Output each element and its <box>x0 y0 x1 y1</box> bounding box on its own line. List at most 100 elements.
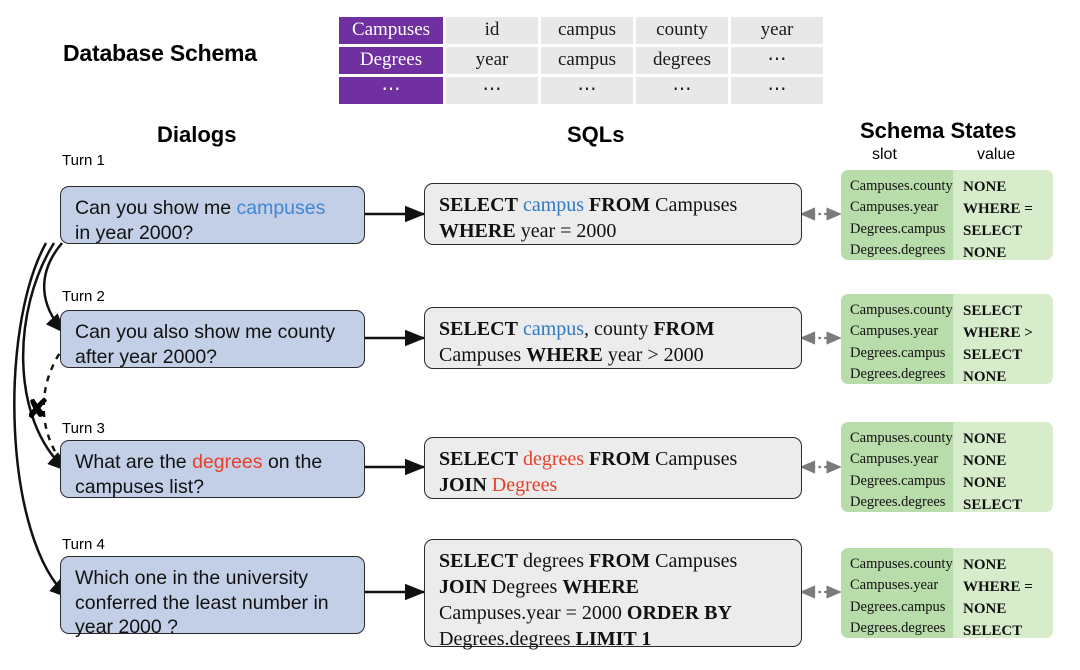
sql-query-box[interactable]: SELECT degrees FROM Campuses JOIN Degrees… <box>424 539 802 650</box>
turn-label: Turn 2 <box>62 288 105 305</box>
schema-state-value: NONE <box>963 431 1007 447</box>
dialog-line: conferred the least number in <box>75 591 351 616</box>
diagram-canvas: Database Schema Dialogs SQLs Schema Stat… <box>0 0 1080 670</box>
schema-table-row: ⋯ ⋯ ⋯ ⋯ ⋯ <box>339 76 823 104</box>
schema-state-value: NONE <box>963 179 1007 195</box>
schema-state-value: NONE <box>963 453 1007 470</box>
sqls-column-title: SQLs <box>567 122 625 147</box>
schema-state-slot: Campuses.year <box>850 323 939 340</box>
dialog-line: in year 2000? <box>75 221 351 246</box>
schema-state-slot-column: Campuses.county Campuses.year Degrees.camp… <box>841 294 953 384</box>
sql-text-segment: year = 2000 <box>515 220 617 242</box>
dialog-line: after year 2000? <box>75 345 351 370</box>
schema-state-value: WHERE = <box>963 579 1033 596</box>
sql-line: SELECT degrees FROM Campuses <box>439 446 788 472</box>
dialog-utterance-box[interactable]: Can you show me campuses in year 2000? <box>60 186 365 244</box>
schema-state-value: SELECT <box>963 347 1023 364</box>
dialog-utterance-box[interactable]: Which one in the university conferred the… <box>60 556 365 638</box>
broken-link-cross-icon: ✘ <box>26 394 49 424</box>
schema-state-value: NONE <box>963 245 1007 260</box>
dialog-to-sql-arrows <box>364 205 426 601</box>
schema-state-block: Campuses.county Campuses.year Degrees.camp… <box>841 294 1053 384</box>
sql-text-segment: Degrees <box>491 474 558 496</box>
dialog-text-segment: year 2000 ? <box>75 616 178 639</box>
schema-state-slot-column: Campuses.county Campuses.year Degrees.camp… <box>841 170 953 260</box>
schema-state-value-column: NONEWHERE =NONESELECT...... <box>953 548 1053 638</box>
schema-state-slot: Degrees.campus <box>850 472 946 489</box>
sql-line: SELECT campus FROM Campuses <box>439 192 788 218</box>
sql-keyword: FROM <box>589 194 651 216</box>
schema-table-name-cell: Campuses <box>339 17 443 44</box>
turn-label: Turn 1 <box>62 152 105 169</box>
schema-state-value: NONE <box>963 601 1007 618</box>
schema-state-value: NONE <box>963 475 1007 492</box>
schema-states-column-title: Schema States <box>860 118 1017 143</box>
schema-state-slot: Campuses.county <box>850 302 953 318</box>
schema-state-slot: Campuses.year <box>850 577 939 594</box>
dialog-line: Which one in the university <box>75 566 351 591</box>
sql-line: JOIN Degrees WHERE <box>439 574 788 600</box>
sql-keyword: SELECT <box>439 318 518 340</box>
schema-column-cell: ⋯ <box>731 76 823 104</box>
schema-state-slot: Campuses.year <box>850 199 939 216</box>
dialog-text-segment: Can you also show me county <box>75 321 336 343</box>
dialog-text-segment: Which one in the university <box>75 567 309 589</box>
schema-state-value-column: SELECTWHERE >SELECTNONE...... <box>953 294 1053 384</box>
schema-state-slot-column: Campuses.county Campuses.year Degrees.camp… <box>841 422 953 512</box>
schema-state-value: SELECT <box>963 497 1023 512</box>
dialog-text-segment: after year 2000? <box>75 345 218 368</box>
schema-state-value: SELECT <box>963 303 1023 319</box>
sql-query-box[interactable]: SELECT campus FROM Campuses WHERE year = … <box>424 183 802 245</box>
sql-text-segment: Degrees.degrees <box>439 628 576 650</box>
schema-table-row: Campuses id campus county year <box>339 17 823 44</box>
dialog-line: year 2000 ? <box>75 615 351 640</box>
sql-text-segment: Campuses <box>439 344 527 366</box>
sql-text-segment: degrees <box>517 550 590 572</box>
schema-column-cell: ⋯ <box>446 76 538 104</box>
schema-state-value-column: NONENONENONESELECT...... <box>953 422 1053 512</box>
schema-state-slot: Degrees.degrees <box>850 365 946 382</box>
schema-table-name-cell: Degrees <box>339 46 443 74</box>
schema-state-value-column: NONEWHERE =SELECTNONE...... <box>953 170 1053 260</box>
sql-line: Campuses.year = 2000 ORDER BY <box>439 600 788 626</box>
schema-state-slot: Degrees.campus <box>850 344 946 361</box>
dialog-line: What are the degrees on the <box>75 450 351 475</box>
sql-text-segment: Campuses <box>650 194 738 216</box>
schema-column-cell: campus <box>541 46 633 74</box>
sql-keyword: WHERE <box>526 344 603 366</box>
schema-state-slot: Campuses.county <box>850 178 953 194</box>
schema-state-value: WHERE = <box>963 201 1033 218</box>
turn-label: Turn 3 <box>62 420 105 437</box>
sql-keyword: FROM <box>653 318 715 340</box>
dialogs-column-title: Dialogs <box>157 122 237 147</box>
database-schema-title: Database Schema <box>63 40 257 66</box>
dialog-text-segment: in year 2000? <box>75 221 194 244</box>
value-column-header: value <box>977 146 1016 163</box>
turn-label: Turn 4 <box>62 536 105 553</box>
sql-line: Degrees.degrees LIMIT 1 <box>439 626 788 652</box>
schema-state-slot: Degrees.campus <box>850 220 946 237</box>
sql-keyword: SELECT <box>439 194 518 216</box>
dialog-text-segment: What are the <box>75 451 193 473</box>
sql-line: Campuses WHERE year > 2000 <box>439 342 788 368</box>
sql-line: SELECT campus, county FROM <box>439 316 788 342</box>
schema-column-cell: ⋯ <box>636 76 728 104</box>
sql-query-box[interactable]: SELECT campus, county FROM Campuses WHERE… <box>424 307 802 369</box>
sql-keyword: FROM <box>589 550 651 572</box>
schema-state-slot: Degrees.degrees <box>850 493 946 510</box>
schema-column-cell: campus <box>541 17 633 44</box>
schema-column-cell: ⋯ <box>541 76 633 104</box>
sql-query-box[interactable]: SELECT degrees FROM Campuses JOIN Degrees <box>424 437 802 499</box>
sql-text-segment: Degrees <box>486 576 563 598</box>
schema-column-cell: county <box>636 17 728 44</box>
dialog-text-segment: on the <box>262 451 323 473</box>
dialog-utterance-box[interactable]: What are the degrees on the campuses list… <box>60 440 365 498</box>
schema-column-cell: year <box>731 17 823 44</box>
dialog-line: campuses list? <box>75 475 351 500</box>
schema-state-slot: Campuses.county <box>850 430 953 446</box>
dialog-utterance-box[interactable]: Can you also show me county after year 20… <box>60 310 365 368</box>
schema-state-slot: Degrees.degrees <box>850 241 946 258</box>
schema-state-value: NONE <box>963 557 1007 573</box>
schema-state-block: Campuses.county Campuses.year Degrees.camp… <box>841 548 1053 638</box>
sql-text-segment: , county <box>584 318 654 340</box>
